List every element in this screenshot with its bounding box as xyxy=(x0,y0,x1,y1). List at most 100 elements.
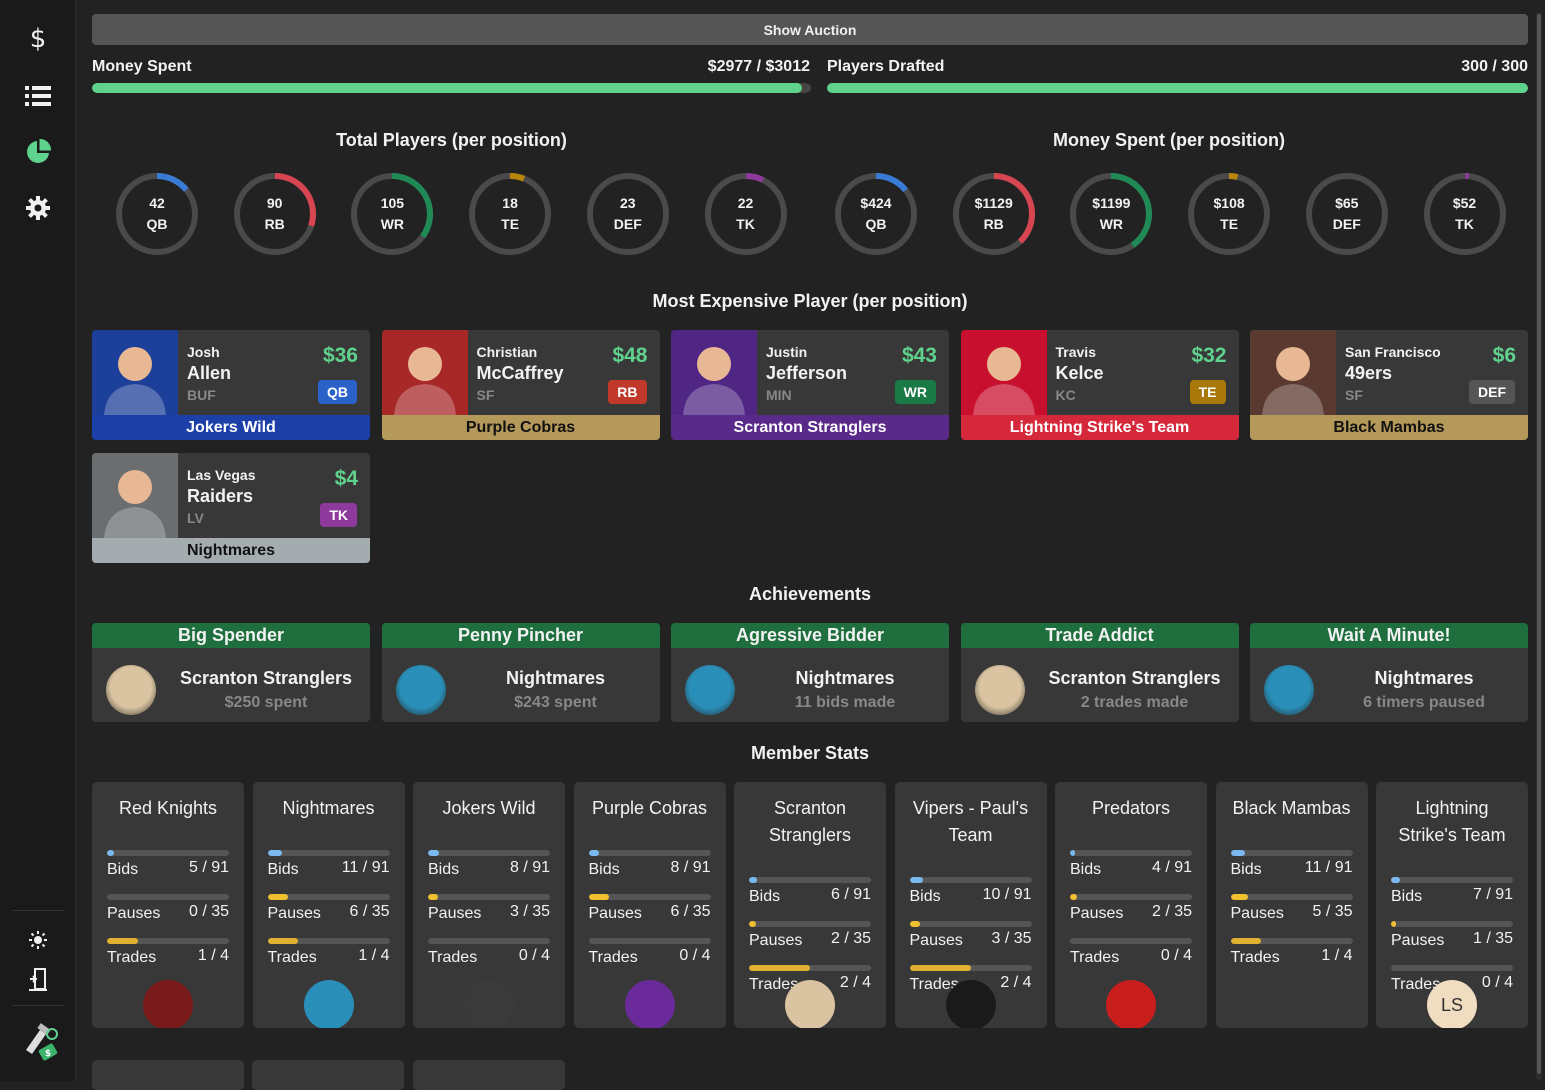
player-photo xyxy=(381,330,468,416)
player-card[interactable]: Las Vegas Raiders LV $4 TK Nightmares xyxy=(92,453,370,563)
team-logo xyxy=(1106,980,1156,1028)
bids-label: Bids xyxy=(749,888,781,905)
player-last-name: Jefferson xyxy=(766,363,848,383)
trades-bar xyxy=(1230,938,1353,944)
scrollbar-thumb[interactable] xyxy=(1537,14,1541,1074)
trades-bar xyxy=(267,938,390,944)
achievement-title: Wait A Minute! xyxy=(1250,623,1528,648)
money-spent-progress-fill xyxy=(92,83,803,93)
bids-bar xyxy=(428,850,550,856)
pauses-bar xyxy=(1070,894,1192,900)
member-stat-bids: Bids 11 / 91 xyxy=(1230,850,1353,890)
player-photo xyxy=(92,453,178,539)
pauses-value: 3 / 35 xyxy=(509,903,550,920)
member-stat-pauses: Pauses 3 / 35 xyxy=(909,921,1032,961)
achievement-stat: $250 spent xyxy=(224,694,308,711)
pauses-bar xyxy=(428,894,550,900)
player-card[interactable]: San Francisco 49ers SF $6 DEF Black Mambas xyxy=(1250,330,1528,440)
sun-icon[interactable] xyxy=(18,920,58,960)
ring-value: 23 xyxy=(620,195,636,211)
sidebar-divider xyxy=(12,1005,64,1006)
member-card[interactable]: Jokers Wild Bids 8 / 91 Pauses 3 / 35 Trades 0… xyxy=(413,782,565,1028)
ring-value: 22 xyxy=(737,195,754,211)
player-card[interactable]: Josh Allen BUF $36 QB Jokers Wild xyxy=(92,330,370,440)
member-stat-pauses: Pauses 0 / 35 xyxy=(107,894,229,934)
trades-value: 2 / 4 xyxy=(1000,974,1032,991)
team-logo xyxy=(143,980,193,1028)
achievement-stat: 2 trades made xyxy=(1080,694,1189,711)
pauses-bar-fill xyxy=(1230,894,1248,900)
player-last-name: McCaffrey xyxy=(476,363,564,383)
achievement-title: Big Spender xyxy=(92,623,370,648)
trades-value: 1 / 4 xyxy=(358,947,390,964)
member-card[interactable]: Scranton Stranglers Bids 6 / 91 Pauses 2 / 3… xyxy=(734,782,886,1028)
pie-chart-icon[interactable] xyxy=(18,132,58,172)
pauses-label: Pauses xyxy=(909,932,963,949)
team-logo xyxy=(303,980,354,1028)
member-card-partial xyxy=(413,1060,565,1090)
player-price: $32 xyxy=(1191,344,1227,367)
player-price: $4 xyxy=(334,467,358,490)
member-name: Lightning Strike's Team xyxy=(1398,798,1506,845)
ring-label: 18 TE xyxy=(467,171,553,257)
bids-bar xyxy=(1070,850,1192,856)
member-name: Jokers Wild xyxy=(442,798,536,818)
member-card[interactable]: Predators Bids 4 / 91 Pauses 2 / 35 Trades 0 /… xyxy=(1055,782,1207,1028)
member-stat-pauses: Pauses 3 / 35 xyxy=(428,894,550,934)
achievement-title: Agressive Bidder xyxy=(671,623,949,648)
ring-position: DEF xyxy=(613,216,642,232)
owner-banner: Purple Cobras xyxy=(381,415,660,440)
app-logo-icon[interactable]: $ xyxy=(14,1018,62,1066)
bids-bar-fill xyxy=(909,877,923,883)
trades-label: Trades xyxy=(588,949,638,966)
member-card[interactable]: Nightmares Bids 11 / 91 Pauses 6 / 35 Trades 1… xyxy=(252,782,405,1028)
bids-label: Bids xyxy=(1070,861,1102,878)
trades-bar xyxy=(588,938,711,944)
member-card[interactable]: Lightning Strike's Team Bids 7 / 91 Pauses 1… xyxy=(1376,782,1528,1028)
player-price: $48 xyxy=(612,344,648,367)
member-stat-bids: Bids 11 / 91 xyxy=(267,850,390,890)
player-card[interactable]: Travis Kelce KC $32 TE Lightning Strike's Tea… xyxy=(960,330,1239,440)
trades-value: 1 / 4 xyxy=(1321,947,1353,964)
show-auction-button[interactable]: Show Auction xyxy=(92,14,1528,45)
bids-value: 8 / 91 xyxy=(670,859,711,876)
gear-icon[interactable] xyxy=(18,188,58,228)
money-spent-value: $2977 / $3012 xyxy=(707,58,810,75)
player-price: $36 xyxy=(322,344,358,367)
svg-text:$: $ xyxy=(30,24,47,52)
trades-label: Trades xyxy=(1230,949,1280,966)
player-team: KC xyxy=(1055,387,1076,403)
owner-banner: Black Mambas xyxy=(1250,415,1528,440)
dollar-icon[interactable]: $ xyxy=(18,18,58,58)
position-ring: $1199 WR xyxy=(1068,171,1154,257)
player-last-name: Raiders xyxy=(187,486,254,506)
pauses-label: Pauses xyxy=(588,905,642,922)
member-card[interactable]: Black Mambas Bids 11 / 91 Pauses 5 / 35 Trade… xyxy=(1215,782,1368,1028)
trades-label: Trades xyxy=(428,949,478,966)
trades-bar-fill xyxy=(749,965,810,971)
ring-position: QB xyxy=(865,216,887,232)
member-card[interactable]: Red Knights Bids 5 / 91 Pauses 0 / 35 Trades 1… xyxy=(92,782,244,1028)
total-players-title: Total Players (per position) xyxy=(336,130,567,150)
bids-bar-fill xyxy=(1070,850,1076,856)
list-icon[interactable] xyxy=(18,76,58,116)
player-photo xyxy=(1250,330,1336,416)
member-card[interactable]: Purple Cobras Bids 8 / 91 Pauses 6 / 35 Trade… xyxy=(573,782,726,1028)
player-card[interactable]: Christian McCaffrey SF $48 RB Purple Cobras xyxy=(381,330,660,440)
trades-bar-fill xyxy=(107,938,138,944)
ring-position: DEF xyxy=(1332,216,1361,232)
exit-icon[interactable] xyxy=(18,960,58,1000)
member-card[interactable]: Vipers - Paul's Team Bids 10 / 91 Pauses 3 /… xyxy=(894,782,1047,1028)
bids-value: 11 / 91 xyxy=(1304,859,1353,876)
team-logo xyxy=(685,665,735,715)
money-spent-progress xyxy=(92,83,811,93)
players-drafted-progress-fill xyxy=(827,83,1528,93)
achievement-card: Big Spender Scranton Stranglers $250 spent xyxy=(92,623,370,722)
member-name: Scranton Stranglers xyxy=(768,798,852,845)
ring-value: $108 xyxy=(1213,195,1245,211)
achievement-team: Nightmares xyxy=(505,668,606,688)
player-first-name: Travis xyxy=(1055,344,1096,360)
player-team: MIN xyxy=(766,387,792,403)
bids-label: Bids xyxy=(909,888,941,905)
player-card[interactable]: Justin Jefferson MIN $43 WR Scranton Strangle… xyxy=(671,330,949,440)
